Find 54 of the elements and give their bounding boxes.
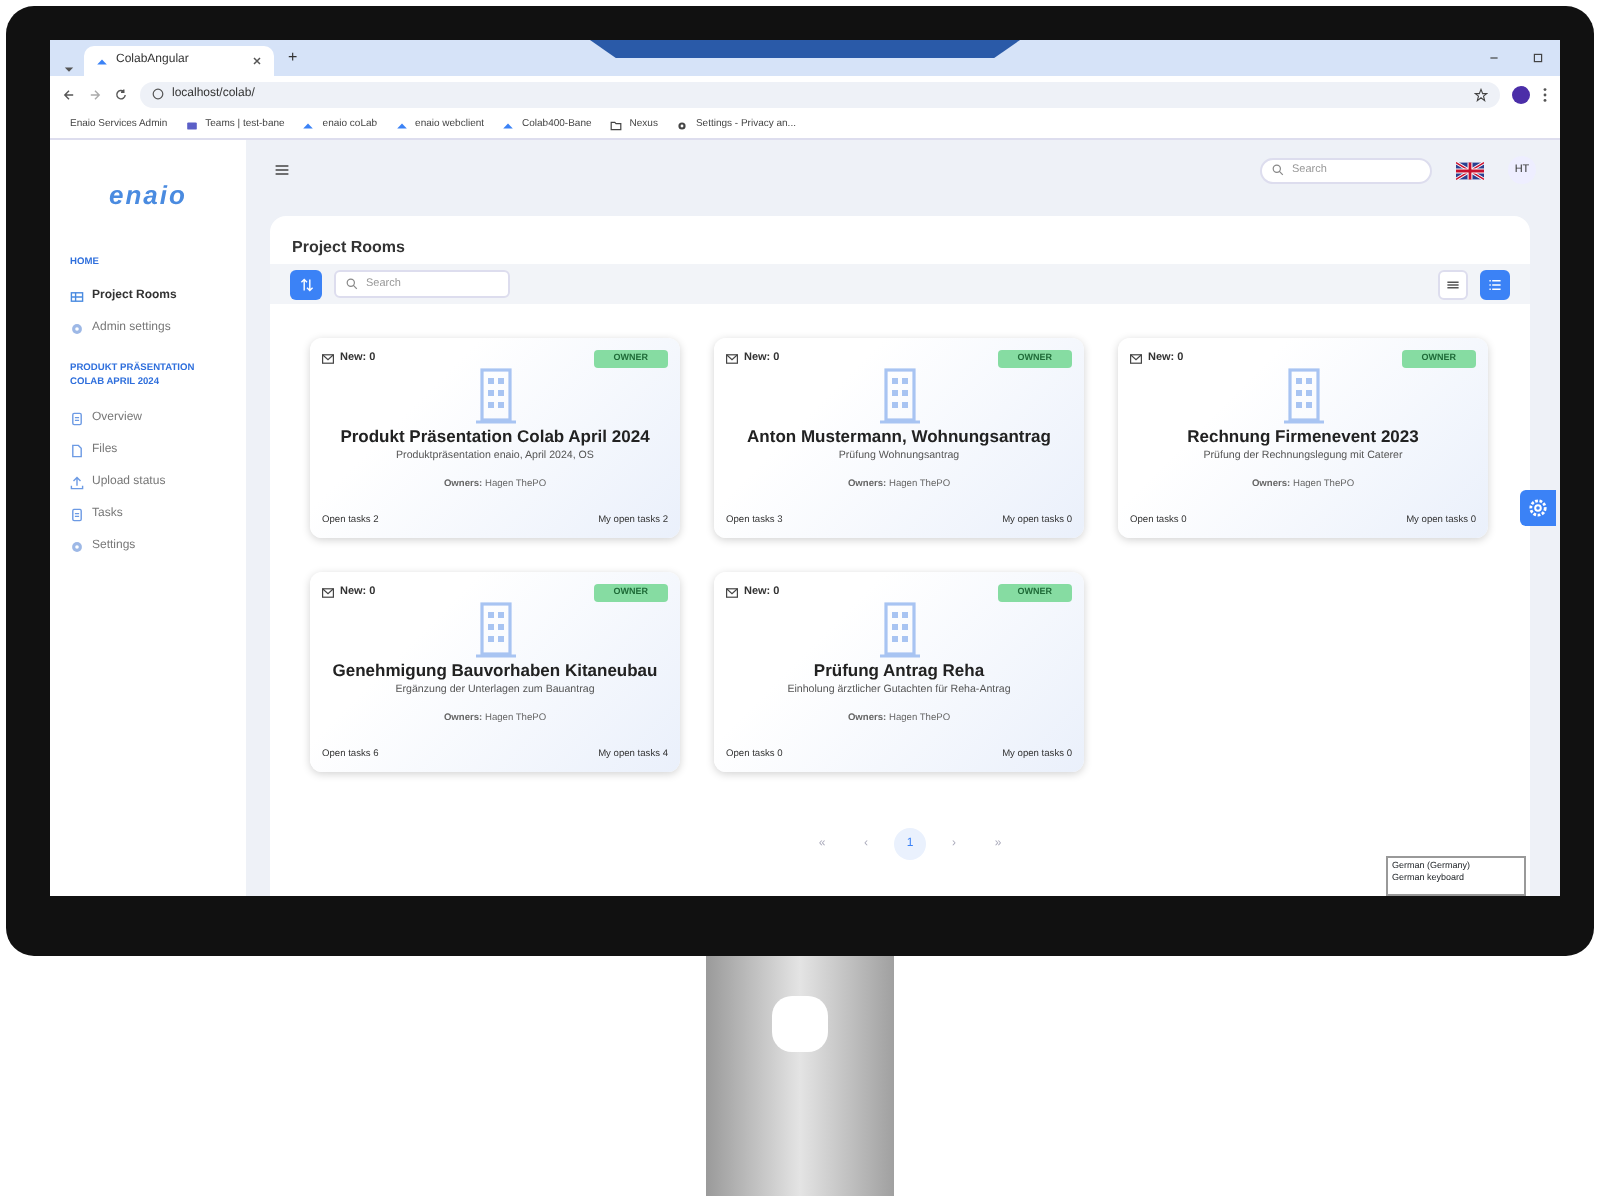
restore-icon[interactable] [1532, 52, 1544, 64]
bookmark-star-icon[interactable] [1474, 87, 1488, 101]
search-icon [346, 278, 358, 290]
enaio-icon [502, 119, 515, 131]
settings-button[interactable] [1520, 490, 1556, 526]
folder-icon [609, 119, 622, 131]
mail-icon [726, 353, 738, 364]
logo: enaio [107, 178, 189, 214]
sort-button[interactable] [290, 269, 322, 299]
building-icon [879, 367, 919, 424]
mail-icon [322, 587, 334, 598]
building-icon [475, 367, 515, 424]
panel-title: Project Rooms [290, 236, 407, 260]
minimize-icon[interactable] [1488, 52, 1500, 64]
menu-icon[interactable] [274, 162, 290, 178]
enaio-icon [302, 119, 315, 131]
mail-icon [726, 587, 738, 598]
mail-icon [1130, 353, 1142, 364]
profile-avatar-icon[interactable] [1512, 85, 1530, 103]
settings-icon [1528, 498, 1548, 518]
document-icon [70, 411, 84, 426]
uk-flag-icon[interactable] [1456, 161, 1484, 179]
room-title: Rechnung Firmenevent 2023 [1187, 427, 1419, 447]
reload-icon[interactable] [114, 87, 128, 101]
room-title: Anton Mustermann, Wohnungsantrag [747, 427, 1051, 447]
site-info-icon[interactable] [152, 88, 164, 100]
gear-icon [70, 322, 84, 337]
document-icon [70, 507, 84, 522]
room-title: Genehmigung Bauvorhaben Kitaneubau [332, 661, 658, 681]
back-icon[interactable] [62, 87, 76, 101]
file-icon [70, 443, 84, 458]
grid-icon [70, 290, 84, 305]
new-tab-button[interactable]: + [288, 46, 298, 70]
room-title: Prüfung Antrag Reha [813, 661, 985, 681]
list-details-icon [1488, 277, 1502, 291]
sort-icon [299, 277, 313, 291]
building-icon [1283, 367, 1323, 424]
room-title: Produkt Präsentation Colab April 2024 [340, 427, 650, 447]
list-view-button[interactable] [1438, 269, 1468, 299]
site-icon [96, 55, 108, 67]
teams-icon [185, 119, 198, 131]
grid-view-button[interactable] [1480, 269, 1510, 299]
gear-icon [70, 539, 84, 554]
upload-icon [70, 475, 84, 490]
enaio-icon [395, 119, 408, 131]
close-icon[interactable] [252, 56, 262, 66]
tab-menu-caret-icon[interactable] [62, 62, 76, 76]
building-icon [475, 601, 515, 658]
building-icon [879, 601, 919, 658]
list-icon [1446, 277, 1460, 291]
search-icon [1272, 164, 1284, 176]
mail-icon [322, 353, 334, 364]
gear-icon [675, 119, 688, 131]
more-icon[interactable] [1542, 85, 1548, 103]
